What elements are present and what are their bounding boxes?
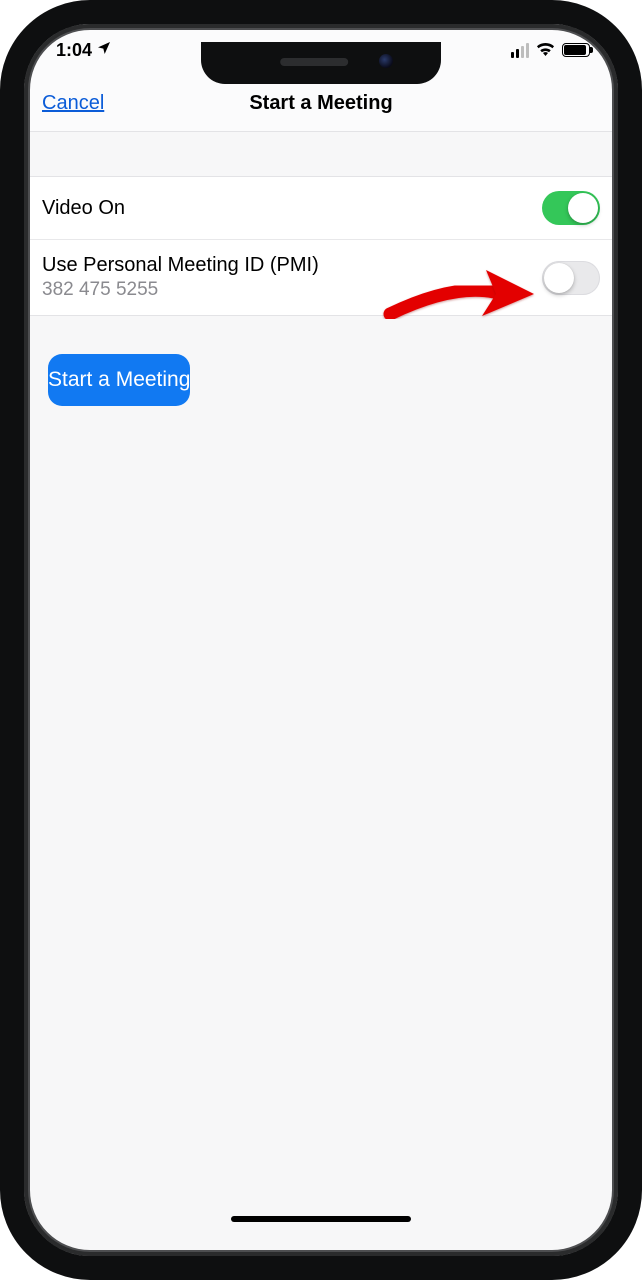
status-bar: 1:04 xyxy=(24,24,618,76)
cancel-button[interactable]: Cancel xyxy=(42,92,104,115)
row-video-on: Video On xyxy=(24,177,618,240)
row-pmi-label: Use Personal Meeting ID (PMI) xyxy=(42,254,319,277)
home-indicator xyxy=(231,1216,411,1222)
device-power-button xyxy=(638,286,642,406)
device-mute-switch xyxy=(0,200,3,242)
wifi-icon xyxy=(536,40,555,61)
location-icon xyxy=(96,40,112,61)
status-time: 1:04 xyxy=(56,40,92,61)
nav-bar: Cancel Start a Meeting xyxy=(24,76,618,132)
use-pmi-toggle[interactable] xyxy=(542,261,600,295)
device-volume-up xyxy=(0,270,4,348)
cellular-signal-icon xyxy=(511,43,529,58)
start-meeting-button[interactable]: Start a Meeting xyxy=(48,354,190,406)
device-volume-down xyxy=(0,368,4,446)
phone-screen: 1:04 Cancel Start a Meeting Video On xyxy=(24,24,618,1256)
video-on-toggle[interactable] xyxy=(542,191,600,225)
battery-icon xyxy=(562,43,590,57)
row-pmi-value: 382 475 5255 xyxy=(42,279,319,301)
page-title: Start a Meeting xyxy=(249,92,392,115)
row-use-pmi: Use Personal Meeting ID (PMI) 382 475 52… xyxy=(24,240,618,315)
row-video-label: Video On xyxy=(42,197,125,220)
settings-list: Video On Use Personal Meeting ID (PMI) 3… xyxy=(24,176,618,316)
